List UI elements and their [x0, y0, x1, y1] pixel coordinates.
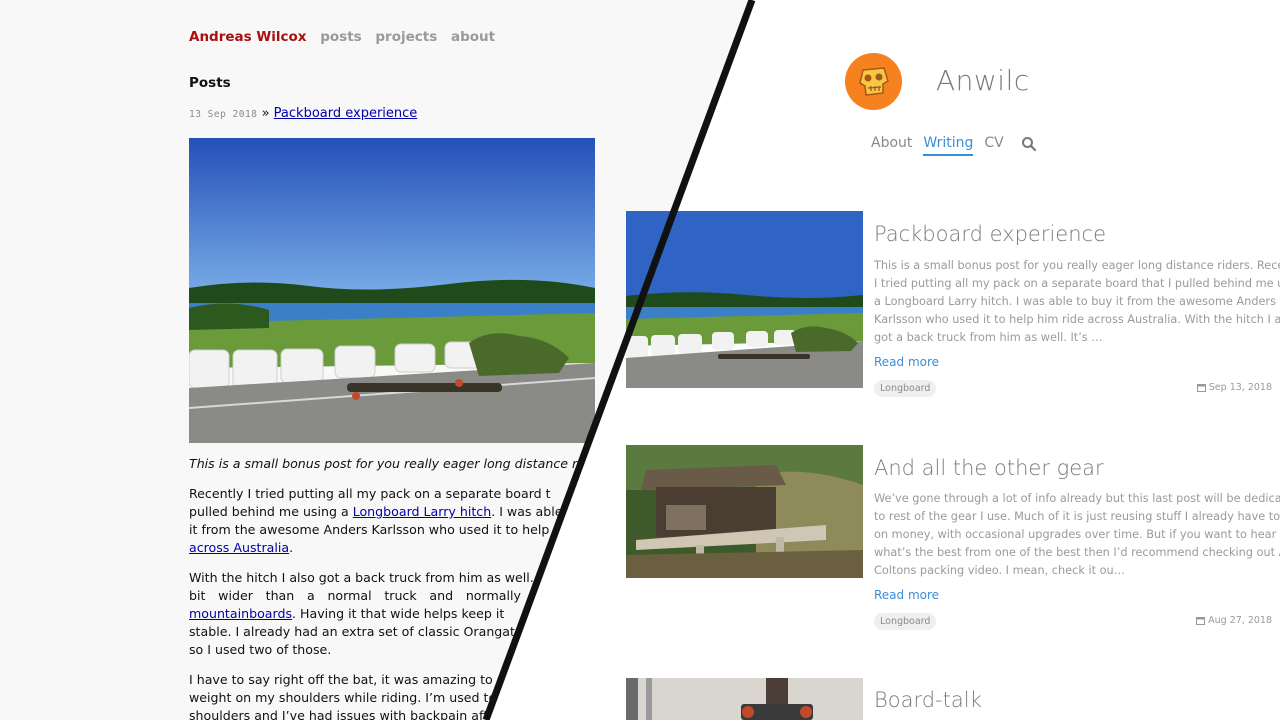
post-card: Board-talk — [626, 678, 1276, 720]
nav-writing-link[interactable]: Writing — [923, 135, 974, 156]
nav-cv-link[interactable]: CV — [984, 135, 1003, 151]
post-title[interactable]: Board-talk — [874, 688, 982, 712]
excerpt-line: We’ve gone through a lot of info already… — [874, 492, 1280, 505]
shelter-thumb-icon — [626, 445, 863, 578]
calendar-icon — [1196, 384, 1206, 392]
post-card: And all the other gear We’ve gone throug… — [626, 445, 1280, 645]
excerpt-line: This is a small bonus post for you reall… — [874, 259, 1280, 272]
tag-badge[interactable]: Longboard — [874, 380, 937, 397]
packboard-thumb-icon — [626, 211, 863, 388]
post-date-text: Aug 27, 2018 — [1208, 615, 1272, 626]
post-thumbnail[interactable] — [626, 211, 863, 388]
excerpt-line: Coltons packing video. I mean, check it … — [874, 564, 1125, 577]
board-thumb-icon — [626, 678, 863, 720]
read-more-link[interactable]: Read more — [874, 588, 939, 602]
post-excerpt: We’ve gone through a lot of info already… — [874, 490, 1280, 580]
excerpt-line: a Longboard Larry hitch. I was able to b… — [874, 295, 1276, 308]
post-date: Aug 27, 2018 — [1196, 615, 1272, 626]
excerpt-line: to rest of the gear I use. Much of it is… — [874, 510, 1280, 523]
calendar-icon — [1196, 617, 1206, 625]
new-site-panel: Anwilc About Writing CV Packboard experi… — [0, 0, 1280, 720]
post-date: Sep 13, 2018 — [1196, 382, 1272, 393]
excerpt-line: Karlsson who used it to help him ride ac… — [874, 313, 1280, 326]
excerpt-line: what’s the best from one of the best the… — [874, 546, 1280, 559]
main-nav: About Writing CV — [871, 135, 1037, 156]
skull-logo-icon[interactable] — [845, 53, 902, 110]
post-thumbnail[interactable] — [626, 678, 863, 720]
excerpt-line: got a back truck from him as well. It’s … — [874, 331, 1103, 344]
skull-icon — [859, 67, 889, 96]
post-excerpt: This is a small bonus post for you reall… — [874, 257, 1280, 347]
tag-badge[interactable]: Longboard — [874, 613, 937, 630]
post-title[interactable]: And all the other gear — [874, 456, 1104, 480]
post-date-text: Sep 13, 2018 — [1208, 382, 1272, 393]
post-thumbnail[interactable] — [626, 445, 863, 578]
excerpt-line: I tried putting all my pack on a separat… — [874, 277, 1280, 290]
post-title[interactable]: Packboard experience — [874, 222, 1106, 246]
read-more-link[interactable]: Read more — [874, 355, 939, 369]
post-card: Packboard experience This is a small bon… — [626, 211, 1280, 411]
nav-about-link[interactable]: About — [871, 135, 912, 151]
excerpt-line: on money, with occasional upgrades over … — [874, 528, 1277, 541]
search-icon[interactable] — [1021, 136, 1037, 156]
site-title[interactable]: Anwilc — [936, 64, 1030, 97]
